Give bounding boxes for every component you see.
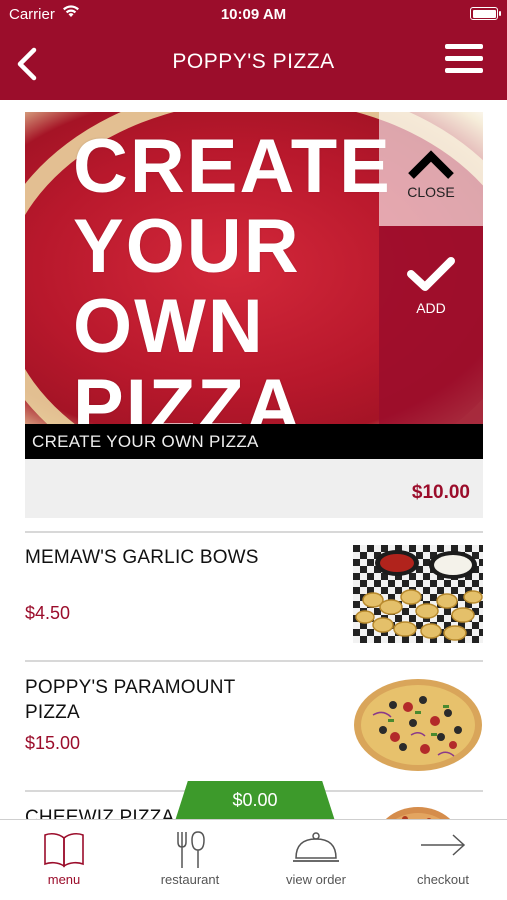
book-icon — [44, 832, 84, 868]
checkmark-icon — [407, 257, 455, 291]
battery-icon — [470, 7, 501, 20]
hamburger-menu-icon[interactable] — [445, 44, 483, 78]
item-name: MEMAW'S GARLIC BOWS — [25, 547, 259, 568]
tab-menu[interactable]: menu — [1, 820, 127, 900]
divider — [25, 660, 483, 662]
item-price: $15.00 — [25, 733, 81, 753]
tab-label: menu — [47, 872, 81, 887]
item-name: POPPY'S PARAMOUNT PIZZA — [25, 677, 236, 723]
close-button[interactable]: CLOSE — [379, 112, 483, 226]
arrow-right-icon — [421, 834, 466, 856]
close-label: CLOSE — [407, 184, 455, 200]
page-title: POPPY'S PIZZA — [172, 50, 335, 73]
item-price: $4.50 — [25, 603, 71, 623]
divider — [25, 531, 483, 533]
featured-item-name: CREATE YOUR OWN PIZZA — [25, 424, 483, 459]
status-bar: Carrier 10:09 AM — [0, 0, 507, 30]
chevron-up-icon — [408, 150, 454, 179]
paramount-pizza-image — [353, 675, 483, 773]
tab-restaurant[interactable]: restaurant — [127, 820, 253, 900]
featured-item-card[interactable]: CREATE YOUR OWN PIZZA CLOSE ADD CREATE Y… — [25, 112, 483, 518]
bottom-tab-bar: menu restaurant view order checkout — [0, 819, 507, 900]
fork-knife-icon — [177, 831, 205, 868]
item-action-panel: CLOSE ADD — [379, 112, 483, 424]
cart-total-tab[interactable]: $0.00 — [175, 781, 335, 821]
app-header: Carrier 10:09 AM POPPY'S PIZZA — [0, 0, 507, 100]
add-button[interactable]: ADD — [379, 226, 483, 424]
cloche-icon — [293, 832, 339, 862]
pizza-sauce-image: CREATE YOUR OWN PIZZA CLOSE ADD — [25, 112, 483, 424]
clock: 10:09 AM — [220, 6, 287, 23]
garlic-bows-image — [353, 545, 483, 643]
tab-label: checkout — [416, 872, 470, 887]
featured-item-price: $10.00 — [411, 482, 470, 503]
menu-item[interactable]: MEMAW'S GARLIC BOWS $4.50 — [25, 545, 483, 673]
add-label: ADD — [416, 300, 446, 316]
tab-checkout[interactable]: checkout — [380, 820, 506, 900]
tab-label: view order — [286, 872, 346, 887]
tab-label: restaurant — [160, 872, 220, 887]
image-headline: CREATE YOUR OWN PIZZA — [73, 124, 392, 425]
tab-view-order[interactable]: view order — [253, 820, 379, 900]
